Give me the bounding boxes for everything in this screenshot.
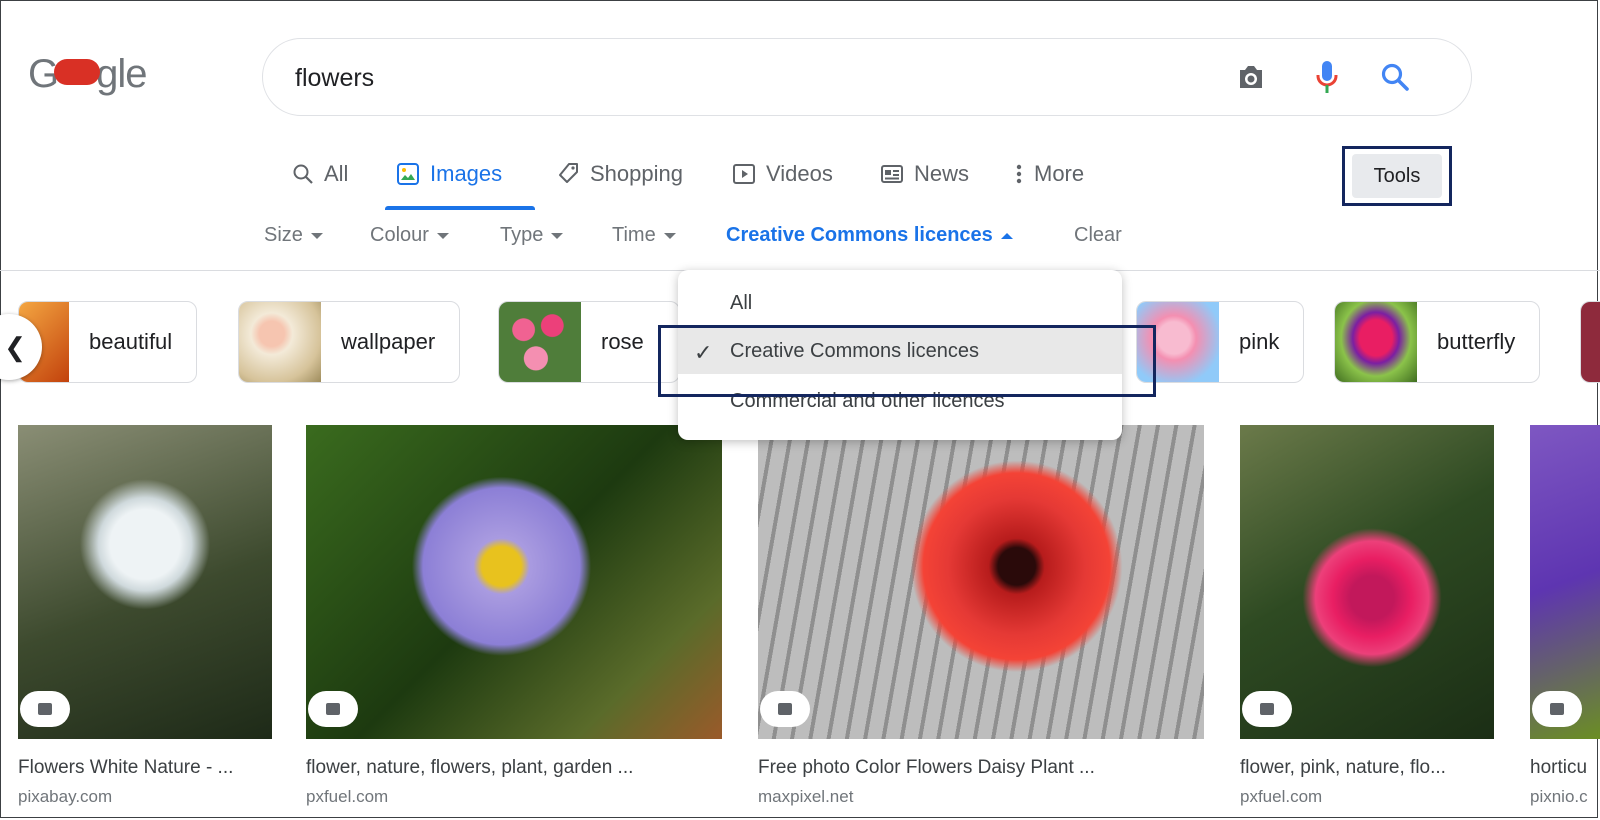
result-site: pxfuel.com	[1240, 787, 1323, 806]
logo-text-right: gle	[96, 52, 147, 96]
chip-thumbnail	[1581, 302, 1600, 382]
tab-label: Images	[430, 161, 503, 186]
filter-label: Time	[612, 224, 656, 246]
chip-thumbnail	[499, 302, 581, 382]
search-box	[262, 38, 1472, 116]
tab-label: More	[1034, 161, 1085, 186]
tab-images[interactable]: Images	[396, 156, 502, 192]
tab-more[interactable]: More	[1014, 156, 1084, 192]
chip-beautiful[interactable]: beautiful	[18, 301, 198, 383]
tab-label: Shopping	[590, 161, 683, 186]
search-input[interactable]	[293, 57, 1177, 99]
newspaper-icon	[880, 162, 904, 186]
image-badge-icon	[20, 691, 70, 727]
active-tab-indicator	[385, 206, 535, 210]
result-site: pixabay.com	[18, 787, 113, 806]
chip-partial[interactable]	[1580, 301, 1600, 383]
google-logo[interactable]: Ggle	[28, 52, 148, 97]
caret-down-icon	[663, 232, 676, 239]
result-thumbnail	[18, 425, 272, 739]
chip-wallpaper[interactable]: wallpaper	[238, 301, 461, 383]
image-badge-icon	[308, 691, 358, 727]
chip-label: wallpaper	[341, 329, 436, 354]
image-result[interactable]: Flowers White Nature - ... pixabay.com	[18, 425, 272, 807]
image-icon	[396, 162, 420, 186]
chip-label: butterfly	[1437, 329, 1516, 354]
tools-button[interactable]: Tools	[1352, 154, 1442, 198]
filter-size[interactable]: Size	[264, 224, 323, 247]
result-title: Flowers White Nature - ...	[18, 757, 234, 778]
filter-time[interactable]: Time	[612, 224, 676, 247]
tab-label: Videos	[766, 161, 833, 186]
result-site: pxfuel.com	[306, 787, 389, 806]
filter-label: Size	[264, 224, 303, 246]
result-site: pixnio.c	[1530, 787, 1588, 806]
licence-option-all[interactable]: All	[678, 280, 1122, 326]
licence-dropdown: All ✓ Creative Commons licences Commerci…	[678, 270, 1122, 440]
image-result[interactable]: flower, pink, nature, flo... pxfuel.com	[1240, 425, 1494, 807]
chip-label: rose	[601, 329, 644, 354]
checkmark-icon: ✓	[694, 340, 713, 365]
caret-up-icon	[1000, 232, 1013, 239]
tab-news[interactable]: News	[880, 156, 969, 192]
image-badge-icon	[1532, 691, 1582, 727]
option-label: Commercial and other licences	[730, 389, 1005, 412]
image-result[interactable]: horticu pixnio.c	[1530, 425, 1600, 807]
licence-option-commercial[interactable]: Commercial and other licences	[678, 378, 1122, 424]
tab-shopping[interactable]: Shopping	[556, 156, 683, 192]
play-icon	[732, 162, 756, 186]
chip-label: pink	[1239, 329, 1280, 354]
tag-icon	[556, 162, 580, 186]
clear-filters-button[interactable]: Clear	[1074, 224, 1122, 247]
chip-rose[interactable]: rose	[498, 301, 680, 383]
result-title: horticu	[1530, 757, 1588, 778]
result-title: flower, pink, nature, flo...	[1240, 757, 1446, 778]
result-title: flower, nature, flowers, plant, garden .…	[306, 757, 634, 778]
chip-pink[interactable]: pink	[1136, 301, 1305, 383]
image-result[interactable]: flower, nature, flowers, plant, garden .…	[306, 425, 722, 807]
dots-vertical-icon	[1014, 162, 1024, 186]
image-badge-icon	[1242, 691, 1292, 727]
chevron-left-icon: ❮	[4, 331, 26, 362]
image-badge-icon	[760, 691, 810, 727]
result-thumbnail	[1530, 425, 1600, 739]
image-result[interactable]: Free photo Color Flowers Daisy Plant ...…	[758, 425, 1204, 807]
filter-type[interactable]: Type	[500, 224, 564, 247]
filter-label: Type	[500, 224, 544, 246]
chip-butterfly[interactable]: butterfly	[1334, 301, 1541, 383]
tab-videos[interactable]: Videos	[732, 156, 833, 192]
chip-label: beautiful	[89, 329, 173, 354]
tab-all[interactable]: All	[292, 156, 348, 192]
caret-down-icon	[551, 232, 564, 239]
chip-thumbnail	[239, 302, 321, 382]
chip-thumbnail	[1137, 302, 1219, 382]
option-label: All	[730, 291, 753, 314]
option-label: Creative Commons licences	[730, 339, 979, 362]
caret-down-icon	[436, 232, 449, 239]
tools-highlight: Tools	[1342, 146, 1452, 206]
search-icon	[292, 163, 314, 185]
camera-icon[interactable]	[1231, 57, 1271, 97]
filter-licence[interactable]: Creative Commons licences	[726, 224, 1013, 247]
result-thumbnail	[306, 425, 722, 739]
tab-label: News	[914, 161, 970, 186]
filter-label: Creative Commons licences	[726, 224, 993, 246]
doodle-icon	[54, 59, 101, 86]
tab-label: All	[324, 161, 349, 186]
microphone-icon[interactable]	[1307, 57, 1347, 97]
filter-label: Colour	[370, 224, 429, 246]
result-site: maxpixel.net	[758, 787, 854, 806]
filter-colour[interactable]: Colour	[370, 224, 449, 247]
result-title: Free photo Color Flowers Daisy Plant ...	[758, 757, 1095, 778]
search-submit-icon[interactable]	[1375, 57, 1415, 97]
chip-thumbnail	[1335, 302, 1417, 382]
result-thumbnail	[1240, 425, 1494, 739]
licence-option-creative-commons[interactable]: ✓ Creative Commons licences	[678, 328, 1122, 374]
caret-down-icon	[310, 232, 323, 239]
result-thumbnail	[758, 425, 1204, 739]
